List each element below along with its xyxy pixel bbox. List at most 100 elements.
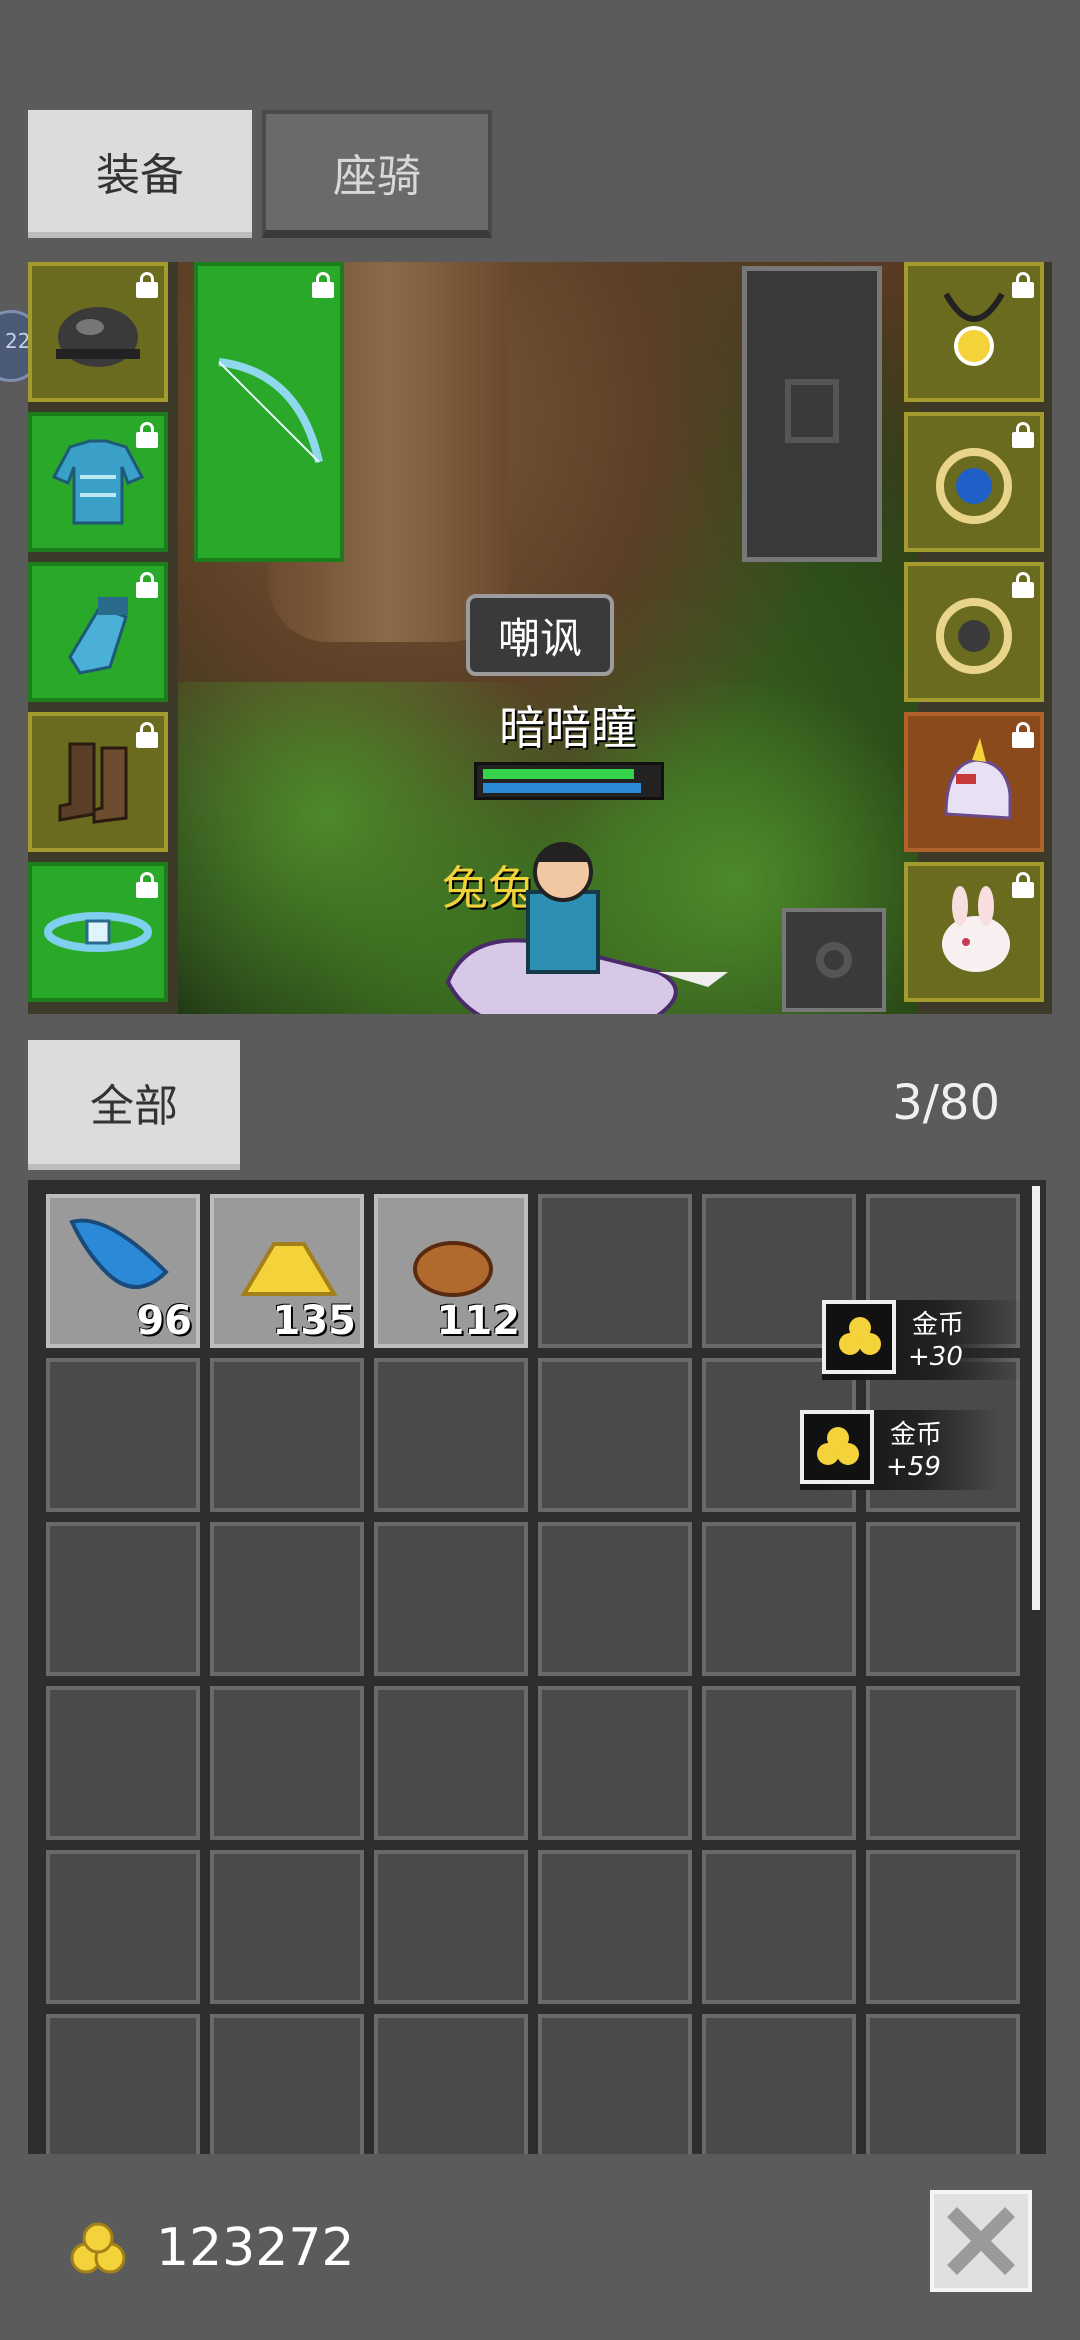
inventory-cell[interactable] <box>538 2014 692 2154</box>
inventory-cell[interactable] <box>46 1686 200 1840</box>
inventory-cell[interactable] <box>210 1358 364 1512</box>
inventory-cell[interactable] <box>46 1358 200 1512</box>
gear-icon <box>816 942 852 978</box>
gloves-icon <box>68 597 128 675</box>
amulet-icon <box>943 292 1005 366</box>
inventory-cell[interactable] <box>538 1522 692 1676</box>
toast-item-name: 金币 <box>912 1310 965 1340</box>
inventory-cell[interactable] <box>210 2014 364 2154</box>
toast-item-value: +59 <box>886 1452 941 1482</box>
tab-mount[interactable]: 座骑 <box>262 110 492 238</box>
inventory-cell[interactable] <box>374 1686 528 1840</box>
close-button[interactable] <box>930 2190 1032 2292</box>
inventory-cell[interactable] <box>866 1850 1020 2004</box>
inventory-cell[interactable] <box>46 2014 200 2154</box>
inventory-cell[interactable] <box>538 1686 692 1840</box>
inventory-cell[interactable] <box>702 1686 856 1840</box>
empty-slot-icon <box>785 379 839 443</box>
gold-ore-icon <box>240 1242 338 1296</box>
gold-coins-icon <box>70 2222 126 2274</box>
belt-icon <box>44 912 152 952</box>
lock-icon <box>1012 572 1034 598</box>
lock-icon <box>1012 422 1034 448</box>
inventory-cell[interactable] <box>210 1686 364 1840</box>
lock-icon <box>1012 872 1034 898</box>
slot-amulet[interactable] <box>904 262 1044 402</box>
inventory-cell[interactable] <box>538 1358 692 1512</box>
close-icon <box>947 2207 1015 2275</box>
inventory-cell[interactable] <box>538 1850 692 2004</box>
inventory-cell[interactable] <box>374 1850 528 2004</box>
health-mana-bar <box>474 762 664 800</box>
equipment-panel: 嘲讽 暗暗瞳 兔兔 240 291 224 <box>28 262 1052 1014</box>
helmet-icon <box>56 307 140 367</box>
lock-icon <box>136 272 158 298</box>
lock-icon <box>136 422 158 448</box>
character-sprite <box>445 842 728 1014</box>
inventory-cell[interactable] <box>210 1850 364 2004</box>
ring-dark-icon <box>936 598 1012 674</box>
inventory-cell[interactable] <box>866 1522 1020 1676</box>
gold-toast: 金币 +30 <box>822 1300 1022 1380</box>
lock-icon <box>1012 722 1034 748</box>
bread-icon <box>413 1241 493 1297</box>
item-count: 135 <box>272 1298 357 1344</box>
inventory-cell[interactable] <box>374 2014 528 2154</box>
gold-toast: 金币 +59 <box>800 1410 1000 1490</box>
emote-bubble[interactable]: 嘲讽 <box>466 594 614 676</box>
slot-helmet[interactable] <box>28 262 168 402</box>
slot-armor[interactable] <box>28 412 168 552</box>
inventory-cell[interactable] <box>702 1522 856 1676</box>
inventory-cell[interactable] <box>702 2014 856 2154</box>
armor-icon <box>51 439 145 525</box>
player-name: 暗暗瞳 <box>499 701 637 755</box>
item-count: 112 <box>436 1298 521 1344</box>
slot-mount[interactable] <box>904 712 1044 852</box>
skill-slot[interactable] <box>782 908 886 1012</box>
inventory-cell[interactable]: 96 <box>46 1194 200 1348</box>
slot-belt[interactable] <box>28 862 168 1002</box>
toast-item-value: +30 <box>908 1342 963 1372</box>
slot-gloves[interactable] <box>28 562 168 702</box>
slot-ring-1[interactable] <box>904 412 1044 552</box>
pet-rabbit-icon <box>942 886 1010 972</box>
inventory-cell[interactable] <box>538 1194 692 1348</box>
inventory-cell[interactable] <box>374 1522 528 1676</box>
slot-pet[interactable] <box>904 862 1044 1002</box>
mp-fill <box>483 783 641 793</box>
slot-boots[interactable] <box>28 712 168 852</box>
inventory-cell[interactable]: 135 <box>210 1194 364 1348</box>
item-count: 96 <box>136 1298 192 1344</box>
slot-weapon[interactable] <box>194 262 344 562</box>
inventory-cell[interactable] <box>702 1850 856 2004</box>
lock-icon <box>136 872 158 898</box>
inventory-cell[interactable] <box>866 2014 1020 2154</box>
hp-fill <box>483 769 634 779</box>
inventory-cell[interactable] <box>210 1522 364 1676</box>
blue-feather-icon <box>69 1218 169 1289</box>
toast-item-name: 金币 <box>890 1420 943 1450</box>
inventory-scrollbar[interactable] <box>1032 1186 1040 1610</box>
lock-icon <box>1012 272 1034 298</box>
boots-icon <box>58 742 128 824</box>
inventory-cell[interactable] <box>374 1358 528 1512</box>
gold-amount: 123272 <box>156 2218 355 2278</box>
filter-all[interactable]: 全部 <box>28 1040 240 1170</box>
gold-coins-icon <box>800 1410 874 1484</box>
inventory-cell[interactable] <box>866 1686 1020 1840</box>
slot-ring-2[interactable] <box>904 562 1044 702</box>
lock-icon <box>312 272 334 298</box>
inventory-capacity: 3/80 <box>892 1075 1000 1131</box>
bow-icon <box>218 358 323 463</box>
inventory-cell[interactable] <box>46 1522 200 1676</box>
mount-unicorn-icon <box>944 738 1012 820</box>
ring-blue-icon <box>936 448 1012 524</box>
tab-equipment[interactable]: 装备 <box>28 110 252 238</box>
inventory-cell[interactable]: 112 <box>374 1194 528 1348</box>
empty-slot-top-right[interactable] <box>742 266 882 562</box>
side-badge-label: 22 <box>5 329 31 353</box>
inventory-cell[interactable] <box>46 1850 200 2004</box>
lock-icon <box>136 572 158 598</box>
gold-balance: 123272 <box>66 2208 355 2288</box>
gold-coins-icon <box>822 1300 896 1374</box>
